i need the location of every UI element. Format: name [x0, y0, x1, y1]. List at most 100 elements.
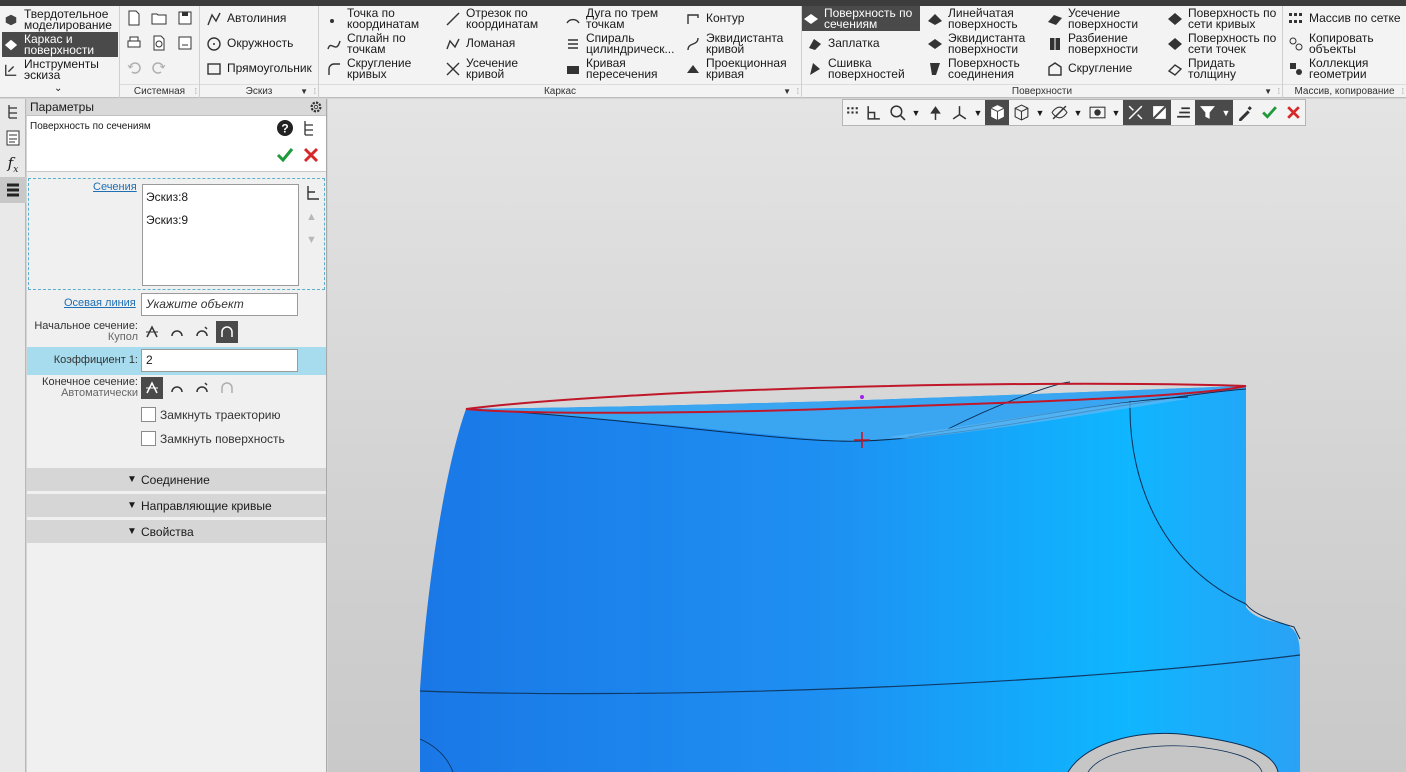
point-network-surface-button[interactable]: Поверхность по сети точек — [1166, 31, 1276, 56]
trim-surface-button[interactable]: Усечение поверхности — [1046, 6, 1138, 31]
left-panel-tabs: fx — [0, 99, 26, 772]
auto-section-icon[interactable] — [141, 377, 163, 399]
arc-three-points-button[interactable]: Дуга по трем точкам — [564, 6, 658, 31]
curve-trim-button[interactable]: Усечение кривой — [444, 56, 518, 81]
auto-section-icon[interactable] — [141, 321, 163, 343]
preview-icon[interactable] — [149, 33, 169, 53]
loft-surface-icon — [802, 10, 820, 28]
expand-chevron-icon[interactable]: ⌄ — [54, 83, 62, 94]
dome-section-icon[interactable] — [216, 377, 238, 399]
sections-link[interactable]: Сечения — [93, 181, 137, 193]
move-up-icon[interactable]: ▲ — [306, 211, 317, 223]
copy-objects-icon — [1287, 35, 1305, 53]
ruled-surface-icon — [926, 10, 944, 28]
tangent-section-icon[interactable] — [191, 321, 213, 343]
blend-surface-button[interactable]: Поверхность соединения — [926, 56, 1020, 81]
new-file-icon[interactable] — [124, 8, 144, 28]
offset-surface-icon — [926, 35, 944, 53]
copy-objects-button[interactable]: Копировать объекты — [1287, 31, 1374, 56]
offset-surface-button[interactable]: Эквидистанта поверхности — [926, 31, 1025, 56]
cancel-x-icon[interactable] — [301, 145, 321, 168]
modes-group: Твердотельное моделирование Каркас и пов… — [0, 6, 120, 98]
spline-by-points-button[interactable]: Сплайн по точкам — [325, 31, 406, 56]
ruled-surface-button[interactable]: Линейчатая поверхность — [926, 6, 1018, 31]
stitch-surfaces-button[interactable]: Сшивка поверхностей — [806, 56, 905, 81]
properties-section-toggle[interactable]: ▼ Свойства — [27, 520, 326, 544]
autoline-button[interactable]: Автолиния — [205, 6, 286, 31]
end-section-label: Конечное сечение: Автоматически — [42, 376, 138, 399]
group-label-frame: Каркас ▼ ⁞ — [319, 84, 801, 98]
help-icon[interactable]: ? — [276, 119, 294, 140]
geometry-collection-button[interactable]: Коллекция геометрии — [1287, 56, 1368, 81]
layers-tab-icon[interactable] — [0, 177, 26, 203]
svg-text:?: ? — [281, 122, 288, 136]
section-center-point[interactable] — [860, 395, 864, 399]
curve-network-surface-button[interactable]: Поверхность по сети кривых — [1166, 6, 1276, 31]
fillet-curve-icon — [325, 60, 343, 78]
tree-tab-icon[interactable] — [0, 99, 26, 125]
chevron-down-icon: ▼ — [127, 474, 137, 485]
list-item[interactable]: Эскиз:9 — [146, 213, 295, 236]
chevron-down-icon: ▼ — [127, 500, 137, 511]
open-folder-icon[interactable] — [149, 8, 169, 28]
axis-line-link[interactable]: Осевая линия — [64, 297, 136, 309]
model-render[interactable] — [328, 99, 1406, 772]
save-as-icon[interactable] — [175, 33, 195, 53]
fillet-surface-button[interactable]: Скругление — [1046, 56, 1132, 81]
mode-frame-surfaces[interactable]: Каркас и поверхности — [2, 32, 118, 57]
projection-curve-button[interactable]: Проекционная кривая — [684, 56, 787, 81]
curve-fillet-button[interactable]: Скругление кривых — [325, 56, 411, 81]
tangent-section-icon[interactable] — [191, 377, 213, 399]
ok-check-icon[interactable] — [275, 145, 295, 168]
grid-pattern-button[interactable]: Массив по сетке — [1287, 6, 1401, 31]
3d-viewport[interactable]: ▼ ▼ ▼ ▼ ▼ ▼ — [328, 99, 1406, 772]
rectangle-button[interactable]: Прямоугольник — [205, 56, 312, 81]
intersection-curve-button[interactable]: Кривая пересечения — [564, 56, 658, 81]
group-label-sketch: Эскиз ▼ ⁞ — [200, 84, 318, 98]
guide-curves-section-toggle[interactable]: ▼ Направляющие кривые — [27, 494, 326, 518]
segment-icon — [444, 10, 462, 28]
patch-icon — [806, 35, 824, 53]
redo-icon[interactable] — [149, 58, 169, 78]
spiral-button[interactable]: Спираль цилиндрическ... — [564, 31, 674, 56]
move-down-icon[interactable]: ▼ — [306, 234, 317, 246]
variables-tab-icon[interactable]: fx — [0, 151, 26, 177]
loft-surface-button[interactable]: Поверхность по сечениям — [802, 6, 920, 31]
end-section-options — [141, 377, 238, 399]
loft-surface-body[interactable] — [420, 386, 1300, 772]
curve-offset-button[interactable]: Эквидистанта кривой — [684, 31, 783, 56]
coefficient-input[interactable]: 2 — [141, 349, 298, 372]
normal-section-icon[interactable] — [166, 377, 188, 399]
polyline-button[interactable]: Ломаная — [444, 31, 515, 56]
circle-button[interactable]: Окружность — [205, 31, 293, 56]
list-item[interactable]: Эскиз:8 — [146, 190, 295, 213]
save-icon[interactable] — [175, 8, 195, 28]
connection-section-toggle[interactable]: ▼ Соединение — [27, 468, 326, 492]
print-icon[interactable] — [124, 33, 144, 53]
tree-structure-icon[interactable] — [301, 119, 317, 140]
group-label-pattern: Массив, копирование ⁞ — [1283, 84, 1406, 98]
dome-section-icon[interactable] — [216, 321, 238, 343]
contour-button[interactable]: Контур — [684, 6, 744, 31]
thicken-button[interactable]: Придать толщину — [1166, 56, 1236, 81]
patch-button[interactable]: Заплатка — [806, 31, 880, 56]
point-by-coords-button[interactable]: Точка по координатам — [325, 6, 419, 31]
select-tree-icon[interactable] — [305, 184, 321, 205]
sections-list[interactable]: Эскиз:8 Эскиз:9 — [142, 184, 299, 286]
split-surface-button[interactable]: Разбиение поверхности — [1046, 31, 1138, 56]
spiral-icon — [564, 35, 582, 53]
normal-section-icon[interactable] — [166, 321, 188, 343]
properties-tab-icon[interactable] — [0, 125, 26, 151]
segment-by-coords-button[interactable]: Отрезок по координатам — [444, 6, 538, 31]
coefficient-row: Коэффициент 1: 2 — [27, 347, 326, 375]
offset-curve-icon — [684, 35, 702, 53]
close-trajectory-checkbox[interactable]: Замкнуть траекторию — [141, 407, 280, 422]
arc-icon — [564, 10, 582, 28]
mode-sketch-tools[interactable]: Инструменты эскиза — [2, 57, 118, 82]
operation-title-area: Поверхность по сечениям ? — [27, 116, 326, 172]
mode-solid-modeling[interactable]: Твердотельное моделирование — [2, 7, 118, 32]
axis-object-input[interactable]: Укажите объект — [141, 293, 298, 316]
rectangle-icon — [205, 60, 223, 78]
undo-icon[interactable] — [124, 58, 144, 78]
close-surface-checkbox[interactable]: Замкнуть поверхность — [141, 431, 285, 446]
